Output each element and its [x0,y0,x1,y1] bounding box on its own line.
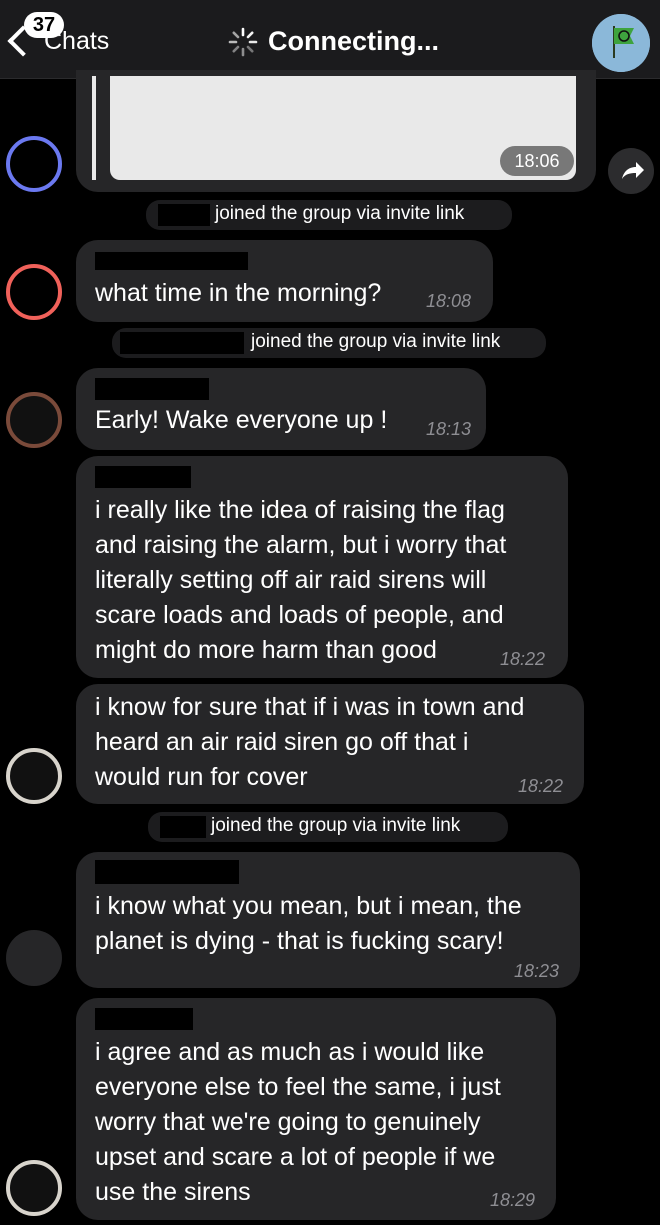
service-message-text: joined the group via invite link [251,331,501,352]
message-text: what time in the morning? [95,279,382,307]
redacted-sender-name [95,1008,193,1030]
message-text: i know for sure that if i was in town an… [95,693,525,721]
share-button[interactable] [608,148,654,194]
redacted-sender-name [95,860,239,884]
message-time: 18:08 [426,291,472,311]
avatar[interactable] [6,930,62,986]
reply-quote-bar [92,76,96,180]
message-text: might do more harm than good [95,636,437,664]
service-message-text: joined the group via invite link [215,203,465,224]
redacted-name [158,204,210,226]
redacted-name [160,816,206,838]
page-title: Connecting... [268,26,439,56]
message-time: 18:13 [426,419,472,439]
forward-arrow-icon [622,162,644,179]
redacted-sender-name [95,252,248,270]
message-text: i know what you mean, but i mean, the [95,892,522,920]
message-text: literally setting off air raid sirens wi… [95,566,487,594]
message-time: 18:29 [490,1190,536,1210]
message-time: 18:22 [518,776,564,796]
message-time: 18:23 [514,961,560,981]
redacted-sender-name [95,378,209,400]
avatar[interactable] [6,136,62,192]
connecting-spinner-icon [228,27,258,57]
message-text: scare loads and loads of people, and [95,601,504,629]
message-text: use the sirens [95,1178,251,1206]
avatar[interactable] [6,1160,62,1216]
redacted-name [120,332,244,354]
message-text: upset and scare a lot of people if we [95,1143,496,1171]
unread-count-badge: 37 [24,12,64,38]
message-text: planet is dying - that is fucking scary! [95,927,504,955]
message-text: everyone else to feel the same, i just [95,1073,501,1101]
avatar[interactable] [6,264,62,320]
message-text: i really like the idea of raising the fl… [95,496,505,524]
message-text: heard an air raid siren go off that i [95,728,469,756]
service-message-text: joined the group via invite link [211,815,461,836]
message-text: Early! Wake everyone up ! [95,406,388,434]
message-text: worry that we're going to genuinely [95,1108,481,1136]
message-text: i agree and as much as i would like [95,1038,485,1066]
message-time: 18:06 [500,146,574,176]
group-avatar[interactable] [592,14,650,72]
avatar[interactable] [6,748,62,804]
redacted-sender-name [95,466,191,488]
flag-icon [592,14,650,72]
message-text: would run for cover [95,763,308,791]
message-time: 18:22 [500,649,546,669]
avatar[interactable] [6,392,62,448]
message-text: and raising the alarm, but i worry that [95,531,507,559]
